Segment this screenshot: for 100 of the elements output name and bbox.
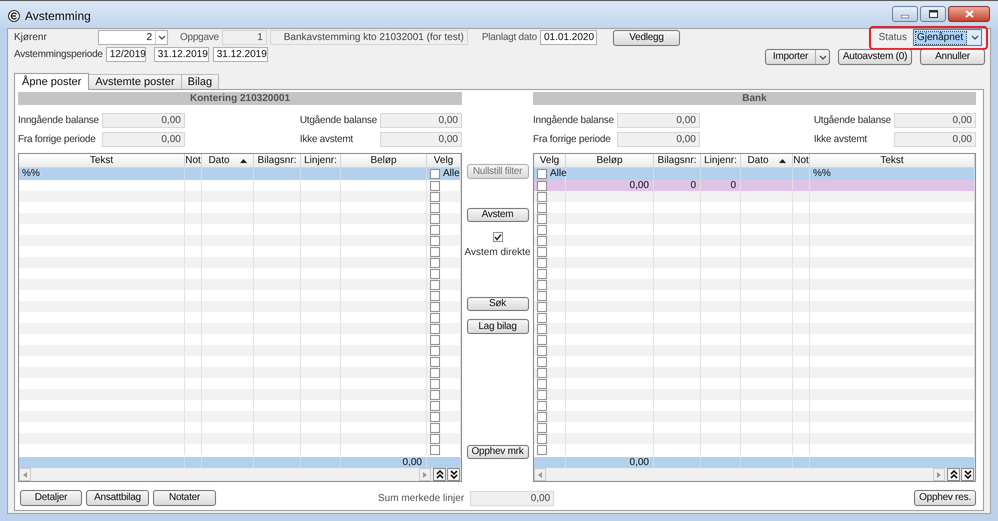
checkbox[interactable] bbox=[430, 412, 440, 422]
action-button[interactable]: Avstem bbox=[466, 208, 528, 222]
vedlegg-button[interactable]: Vedlegg bbox=[612, 30, 680, 46]
date-field[interactable]: 31.12.2019 bbox=[212, 47, 268, 62]
checkbox[interactable] bbox=[537, 169, 547, 179]
checkbox[interactable] bbox=[537, 412, 547, 422]
footer-button[interactable]: Opphev res. bbox=[914, 490, 976, 506]
checkbox[interactable] bbox=[537, 444, 547, 454]
checkbox[interactable] bbox=[430, 236, 440, 246]
checkbox[interactable] bbox=[430, 312, 440, 322]
column-header[interactable]: Bilagsnr: bbox=[254, 154, 301, 168]
checkbox[interactable] bbox=[537, 246, 547, 256]
column-header[interactable]: Tekst bbox=[810, 154, 975, 168]
checkbox[interactable] bbox=[537, 434, 547, 444]
checkbox[interactable] bbox=[430, 280, 440, 290]
column-header[interactable]: Linjenr: bbox=[701, 154, 741, 168]
close-button[interactable] bbox=[948, 6, 990, 22]
checkbox[interactable] bbox=[537, 346, 547, 356]
column-header[interactable]: Bilagsnr: bbox=[654, 154, 701, 168]
date-field[interactable]: 01.01.2020 bbox=[540, 30, 597, 45]
checkbox[interactable] bbox=[537, 368, 547, 378]
kjorenr-dropdown[interactable]: 2 bbox=[98, 30, 168, 45]
checkbox[interactable] bbox=[537, 334, 547, 344]
scroll-bottom-button[interactable] bbox=[447, 468, 460, 481]
date-field[interactable]: 31.12.2019 bbox=[154, 47, 209, 62]
checkbox[interactable] bbox=[537, 236, 547, 246]
column-header[interactable]: Not bbox=[185, 154, 202, 168]
column-header[interactable]: Velg bbox=[534, 154, 566, 168]
tab[interactable]: Åpne poster bbox=[14, 73, 90, 90]
checkbox[interactable] bbox=[537, 268, 547, 278]
checkbox[interactable] bbox=[430, 390, 440, 400]
minimize-button[interactable] bbox=[892, 6, 918, 22]
footer-button[interactable]: Detaljer bbox=[20, 490, 82, 506]
checkbox[interactable] bbox=[537, 400, 547, 410]
column-header[interactable]: Beløp bbox=[341, 154, 427, 168]
filter-text[interactable]: %% bbox=[22, 168, 40, 179]
checkbox[interactable] bbox=[537, 390, 547, 400]
split-button[interactable]: Importer bbox=[765, 49, 830, 65]
column-header[interactable]: Linjenr: bbox=[301, 154, 341, 168]
tab[interactable]: Avstemte poster bbox=[89, 74, 182, 89]
checkbox[interactable] bbox=[537, 378, 547, 388]
checkbox[interactable] bbox=[430, 334, 440, 344]
checkbox[interactable] bbox=[430, 302, 440, 312]
tab[interactable]: Bilag bbox=[182, 74, 220, 89]
checkbox[interactable] bbox=[430, 224, 440, 234]
column-header[interactable]: Velg bbox=[427, 154, 461, 168]
date-field[interactable]: 12/2019 bbox=[106, 47, 146, 62]
checkbox[interactable] bbox=[537, 290, 547, 300]
checkbox[interactable] bbox=[537, 192, 547, 202]
scroll-left-button[interactable] bbox=[534, 468, 546, 481]
checkbox[interactable] bbox=[430, 202, 440, 212]
checkbox[interactable] bbox=[537, 324, 547, 334]
maximize-button[interactable] bbox=[920, 6, 946, 22]
checkbox[interactable] bbox=[537, 224, 547, 234]
scroll-top-button[interactable] bbox=[947, 468, 960, 481]
oppgave-number-field: 1 bbox=[222, 30, 267, 45]
checkbox[interactable] bbox=[537, 214, 547, 224]
checkbox[interactable] bbox=[430, 192, 440, 202]
scroll-top-button[interactable] bbox=[433, 468, 446, 481]
column-header[interactable]: Dato bbox=[202, 154, 254, 168]
checkbox[interactable] bbox=[430, 169, 440, 179]
action-button[interactable]: Opphev mrk bbox=[466, 445, 528, 459]
checkbox[interactable] bbox=[430, 368, 440, 378]
toolbar-button[interactable]: Autoavstem (0) bbox=[838, 49, 912, 65]
checkbox[interactable] bbox=[537, 422, 547, 432]
column-header[interactable]: Beløp bbox=[566, 154, 654, 168]
checkbox[interactable] bbox=[537, 202, 547, 212]
checkbox[interactable] bbox=[430, 422, 440, 432]
checkbox[interactable] bbox=[430, 356, 440, 366]
status-dropdown[interactable]: Gjenåpnet bbox=[913, 29, 982, 46]
checkbox[interactable] bbox=[492, 232, 502, 242]
toolbar-button[interactable]: Annuller bbox=[920, 49, 985, 65]
filter-text[interactable]: %% bbox=[813, 168, 831, 179]
checkbox[interactable] bbox=[537, 258, 547, 268]
checkbox[interactable] bbox=[430, 400, 440, 410]
checkbox[interactable] bbox=[430, 290, 440, 300]
checkbox[interactable] bbox=[430, 346, 440, 356]
action-button[interactable]: Søk bbox=[466, 297, 528, 311]
checkbox[interactable] bbox=[537, 280, 547, 290]
checkbox[interactable] bbox=[430, 444, 440, 454]
checkbox[interactable] bbox=[430, 324, 440, 334]
scroll-bottom-button[interactable] bbox=[961, 468, 974, 481]
footer-button[interactable]: Notater bbox=[153, 490, 216, 506]
scroll-left-button[interactable] bbox=[19, 468, 31, 481]
column-header[interactable]: Tekst bbox=[19, 154, 185, 168]
action-button[interactable]: Lag bilag bbox=[466, 319, 528, 334]
footer-button[interactable]: Ansattbilag bbox=[86, 490, 149, 506]
checkbox[interactable] bbox=[537, 180, 547, 190]
checkbox[interactable] bbox=[430, 258, 440, 268]
checkbox[interactable] bbox=[430, 434, 440, 444]
checkbox[interactable] bbox=[537, 312, 547, 322]
column-header[interactable]: Dato bbox=[741, 154, 793, 168]
checkbox[interactable] bbox=[430, 180, 440, 190]
checkbox[interactable] bbox=[430, 378, 440, 388]
checkbox[interactable] bbox=[537, 356, 547, 366]
checkbox[interactable] bbox=[430, 268, 440, 278]
checkbox[interactable] bbox=[430, 214, 440, 224]
checkbox[interactable] bbox=[430, 246, 440, 256]
column-header[interactable]: Not bbox=[793, 154, 810, 168]
checkbox[interactable] bbox=[537, 302, 547, 312]
